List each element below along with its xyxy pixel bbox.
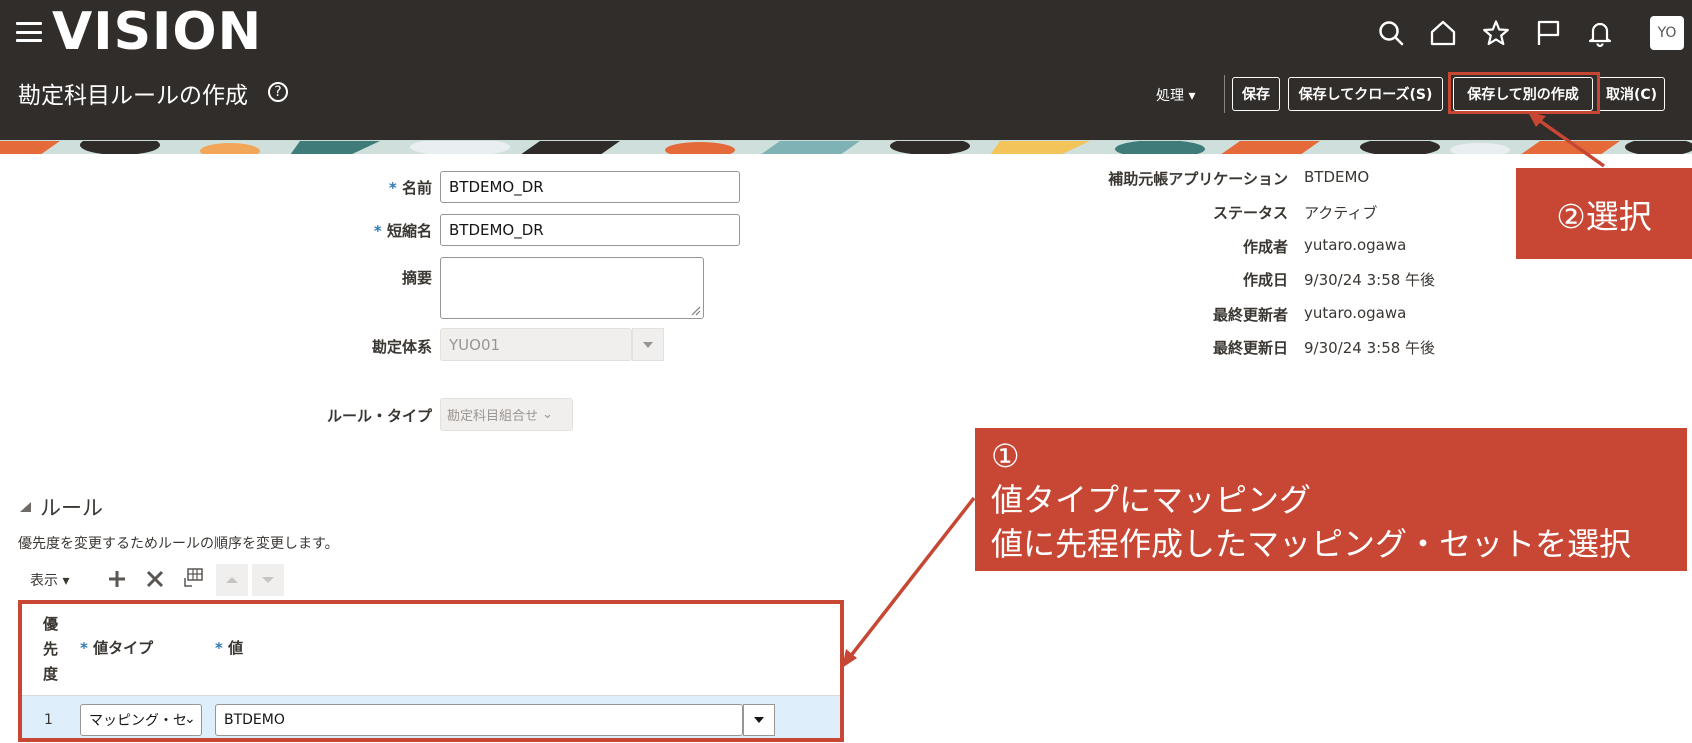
callout-step1: ① 値タイプにマッピング 値に先程作成したマッピング・セットを選択 [975, 428, 1687, 571]
callout-step2: ②選択 [1516, 168, 1692, 259]
callout-step1-line1: 値タイプにマッピング [991, 481, 1312, 519]
callout-step1-line2: 値に先程作成したマッピング・セットを選択 [991, 525, 1632, 563]
annotation-arrows [842, 112, 1606, 668]
callout-step1-number: ① [991, 437, 1020, 475]
